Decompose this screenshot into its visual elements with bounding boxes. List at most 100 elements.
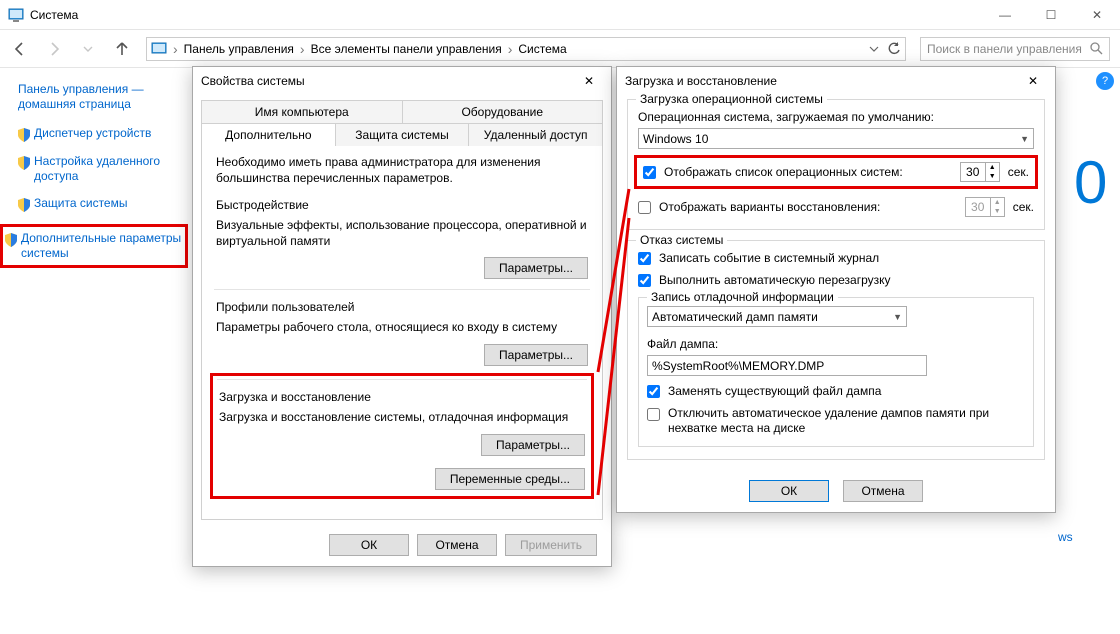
bg-decor: 0 bbox=[1074, 148, 1107, 217]
disable-autodelete-label: Отключить автоматическое удаление дампов… bbox=[668, 406, 1025, 436]
show-oslist-checkbox[interactable] bbox=[643, 166, 656, 179]
tab-advanced[interactable]: Дополнительно bbox=[201, 123, 336, 146]
env-vars-button[interactable]: Переменные среды... bbox=[435, 468, 585, 490]
spinner-up[interactable]: ▲ bbox=[986, 163, 999, 172]
startup-params-button[interactable]: Параметры... bbox=[481, 434, 585, 456]
profiles-group: Профили пользователей Параметры рабочего… bbox=[216, 300, 588, 366]
spinner-down[interactable]: ▼ bbox=[986, 172, 999, 181]
oslist-timeout-spinner[interactable]: 30 ▲▼ bbox=[960, 162, 1000, 182]
tabs-row-lower: Дополнительно Защита системы Удаленный д… bbox=[201, 122, 603, 145]
up-button[interactable] bbox=[112, 39, 132, 59]
sidebar-item-label: Настройка удаленного доступа bbox=[34, 154, 184, 184]
performance-group: Быстродействие Визуальные эффекты, испол… bbox=[216, 198, 588, 279]
spinner-value: 30 bbox=[966, 200, 990, 214]
log-event-label: Записать событие в системный журнал bbox=[659, 251, 879, 265]
chevron-down-icon: ▼ bbox=[1020, 134, 1029, 144]
dialog-close-button[interactable]: ✕ bbox=[1019, 71, 1047, 91]
address-bar[interactable]: Панель управления Все элементы панели уп… bbox=[146, 37, 906, 61]
log-event-checkbox[interactable] bbox=[638, 252, 651, 265]
sec-label: сек. bbox=[1008, 165, 1029, 179]
recovery-timeout-spinner: 30 ▲▼ bbox=[965, 197, 1005, 217]
minimize-button[interactable]: — bbox=[982, 0, 1028, 30]
fieldset-title: Загрузка операционной системы bbox=[636, 92, 827, 106]
sidebar-home[interactable]: Панель управления — домашняя страница bbox=[18, 82, 184, 112]
dump-file-input[interactable]: %SystemRoot%\MEMORY.DMP bbox=[647, 355, 927, 376]
crumb-sep[interactable] bbox=[173, 41, 178, 57]
sidebar-item-protection[interactable]: Защита системы bbox=[18, 196, 184, 212]
close-button[interactable]: ✕ bbox=[1074, 0, 1120, 30]
crumb-1[interactable]: Все элементы панели управления bbox=[311, 42, 502, 56]
fieldset-title: Отказ системы bbox=[636, 233, 727, 247]
sidebar-item-advanced-selected: Дополнительные параметры системы bbox=[0, 224, 188, 268]
search-input[interactable]: Поиск в панели управления bbox=[920, 37, 1110, 61]
bg-link-fragment: ws bbox=[1058, 530, 1073, 544]
location-icon bbox=[151, 41, 167, 57]
navbar: Панель управления Все элементы панели уп… bbox=[0, 30, 1120, 68]
startup-recovery-dialog: Загрузка и восстановление ✕ Загрузка опе… bbox=[616, 66, 1056, 513]
overwrite-dump-label: Заменять существующий файл дампа bbox=[668, 384, 881, 398]
cancel-button[interactable]: Отмена bbox=[417, 534, 497, 556]
oslist-option-row: Отображать список операционных систем: 3… bbox=[643, 162, 1029, 182]
performance-params-button[interactable]: Параметры... bbox=[484, 257, 588, 279]
oslist-timeout-highlight: Отображать список операционных систем: 3… bbox=[634, 155, 1038, 189]
recovery-option-row: Отображать варианты восстановления: 30 ▲… bbox=[638, 197, 1034, 217]
overwrite-dump-checkbox[interactable] bbox=[647, 385, 660, 398]
dialog-close-button[interactable]: ✕ bbox=[575, 71, 603, 91]
cancel-button[interactable]: Отмена bbox=[843, 480, 923, 502]
back-button[interactable] bbox=[10, 39, 30, 59]
maximize-button[interactable]: ☐ bbox=[1028, 0, 1074, 30]
dialog-title: Загрузка и восстановление bbox=[625, 74, 777, 88]
dump-info-fieldset: Запись отладочной информации Автоматичес… bbox=[638, 297, 1034, 447]
dialog-titlebar: Свойства системы ✕ bbox=[193, 67, 611, 95]
dialog-footer: ОК Отмена Применить bbox=[193, 524, 611, 566]
default-os-label: Операционная система, загружаемая по умо… bbox=[638, 110, 1034, 124]
disable-autodelete-checkbox[interactable] bbox=[647, 408, 660, 421]
system-failure-fieldset: Отказ системы Записать событие в системн… bbox=[627, 240, 1045, 460]
tab-protection[interactable]: Защита системы bbox=[335, 123, 470, 146]
forward-button[interactable] bbox=[44, 39, 64, 59]
dialog-footer: ОК Отмена bbox=[617, 470, 1055, 512]
group-title: Профили пользователей bbox=[216, 300, 588, 314]
tab-computer-name[interactable]: Имя компьютера bbox=[201, 100, 403, 123]
refresh-button[interactable] bbox=[887, 42, 901, 56]
shield-icon bbox=[18, 198, 30, 212]
ok-button[interactable]: ОК bbox=[749, 480, 829, 502]
group-title: Быстродействие bbox=[216, 198, 588, 212]
dump-type-combo[interactable]: Автоматический дамп памяти ▼ bbox=[647, 306, 907, 327]
show-recovery-checkbox[interactable] bbox=[638, 201, 651, 214]
fieldset-title: Запись отладочной информации bbox=[647, 290, 838, 304]
profiles-params-button[interactable]: Параметры... bbox=[484, 344, 588, 366]
search-icon bbox=[1090, 42, 1103, 55]
sidebar-item-label: Дополнительные параметры системы bbox=[21, 231, 183, 261]
sidebar: Панель управления — домашняя страница Ди… bbox=[0, 72, 188, 268]
shield-icon bbox=[18, 156, 30, 170]
sec-label: сек. bbox=[1013, 200, 1034, 214]
spinner-up: ▲ bbox=[991, 198, 1004, 207]
show-recovery-label: Отображать варианты восстановления: bbox=[659, 200, 957, 214]
auto-restart-row: Выполнить автоматическую перезагрузку bbox=[638, 273, 1034, 287]
shield-icon bbox=[18, 128, 30, 142]
window-controls: — ☐ ✕ bbox=[982, 0, 1120, 30]
address-dropdown[interactable] bbox=[869, 44, 879, 54]
sidebar-item-remote[interactable]: Настройка удаленного доступа bbox=[18, 154, 184, 184]
sidebar-item-advanced[interactable]: Дополнительные параметры системы bbox=[5, 231, 183, 261]
ok-button[interactable]: ОК bbox=[329, 534, 409, 556]
recent-dropdown[interactable] bbox=[78, 39, 98, 59]
apply-button[interactable]: Применить bbox=[505, 534, 597, 556]
tab-hardware[interactable]: Оборудование bbox=[402, 100, 604, 123]
dump-file-label: Файл дампа: bbox=[647, 337, 1025, 351]
crumb-2[interactable]: Система bbox=[518, 42, 566, 56]
tab-remote[interactable]: Удаленный доступ bbox=[468, 123, 603, 146]
crumb-sep[interactable] bbox=[300, 41, 305, 57]
auto-restart-checkbox[interactable] bbox=[638, 274, 651, 287]
default-os-combo[interactable]: Windows 10 ▼ bbox=[638, 128, 1034, 149]
sidebar-item-label: Защита системы bbox=[34, 196, 127, 211]
help-icon[interactable]: ? bbox=[1096, 72, 1114, 90]
auto-restart-label: Выполнить автоматическую перезагрузку bbox=[659, 273, 891, 287]
crumb-sep[interactable] bbox=[508, 41, 513, 57]
window-title: Система bbox=[30, 8, 78, 22]
sidebar-item-device-manager[interactable]: Диспетчер устройств bbox=[18, 126, 184, 142]
dump-file-value: %SystemRoot%\MEMORY.DMP bbox=[652, 359, 824, 373]
tabs-row-upper: Имя компьютера Оборудование bbox=[201, 99, 603, 122]
crumb-0[interactable]: Панель управления bbox=[184, 42, 294, 56]
